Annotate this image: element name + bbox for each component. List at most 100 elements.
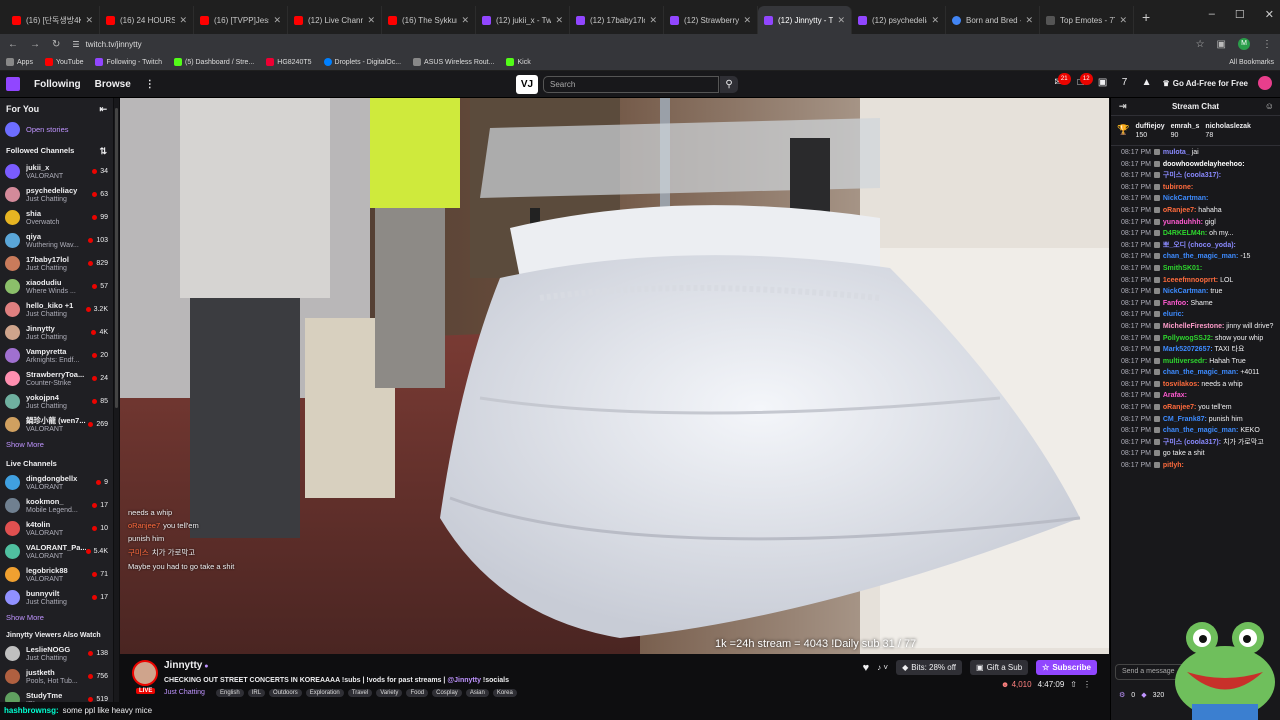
channel-points-icon[interactable]: ⚙ xyxy=(1119,691,1125,699)
leaderboard-entry[interactable]: emrah_s 90 xyxy=(1171,122,1200,140)
tab-close-icon[interactable]: ✕ xyxy=(743,15,751,26)
notifications-icon[interactable]: ✉21 xyxy=(1053,73,1071,89)
close-window-icon[interactable]: ✕ xyxy=(1265,8,1274,21)
chat-username[interactable]: 구미스 (coola317): xyxy=(1163,439,1221,446)
sidebar-channel[interactable]: legobrick88 VALORANT 71 xyxy=(0,563,113,586)
tab-close-icon[interactable]: ✕ xyxy=(367,15,375,26)
inbox-icon[interactable]: □12 xyxy=(1075,73,1093,89)
bookmark-item[interactable]: ASUS Wireless Rout... xyxy=(413,58,494,66)
browser-tab[interactable]: (16) 24 HOURS Eating✕ xyxy=(100,6,194,34)
followed-show-more[interactable]: Show More xyxy=(0,436,113,453)
chat-username[interactable]: NickCartman: xyxy=(1163,288,1209,295)
open-stories-item[interactable]: Open stories xyxy=(0,118,113,140)
extensions-icon[interactable]: ▣ xyxy=(1217,39,1226,50)
tab-close-icon[interactable]: ✕ xyxy=(273,15,281,26)
stream-tag[interactable]: English xyxy=(216,689,244,697)
stream-title-link[interactable]: @Jinnytty xyxy=(447,677,481,684)
profile-icon[interactable]: M xyxy=(1238,38,1250,50)
minimize-icon[interactable]: – xyxy=(1209,8,1215,21)
browser-tab[interactable]: (12) 17baby17lol - Twi✕ xyxy=(570,6,664,34)
bookmark-item[interactable]: Following - Twitch xyxy=(95,58,162,66)
nav-browse[interactable]: Browse xyxy=(95,79,131,90)
stream-tag[interactable]: Travel xyxy=(347,689,373,697)
subscribe-button[interactable]: ☆ Subscribe xyxy=(1036,660,1097,675)
bits-balance-icon[interactable]: ◆ xyxy=(1141,691,1146,699)
ad-free-button[interactable]: ♛ Go Ad-Free for Free xyxy=(1163,79,1248,88)
bookmark-item[interactable]: Apps xyxy=(6,58,33,66)
tab-close-icon[interactable]: ✕ xyxy=(461,15,469,26)
chat-username[interactable]: MichelleFirestone: xyxy=(1163,323,1224,330)
sidebar-channel[interactable]: VALORANT_Pa... VALORANT 5.4K xyxy=(0,540,113,563)
all-bookmarks[interactable]: All Bookmarks xyxy=(1229,59,1274,66)
chat-username[interactable]: 구미스 (coola317): xyxy=(1163,172,1221,179)
channel-name[interactable]: Jinnytty xyxy=(164,660,209,671)
chat-username[interactable]: chan_the_magic_man: xyxy=(1163,253,1238,260)
browser-tab[interactable]: (16) [TVPP]Jessica(SN ✕ xyxy=(194,6,288,34)
leaderboard-entry[interactable]: nicholaslezak 78 xyxy=(1205,122,1251,140)
live-show-more[interactable]: Show More xyxy=(0,609,113,626)
chat-username[interactable]: Arafax: xyxy=(1163,392,1187,399)
vj-extension-button[interactable]: VJ xyxy=(516,75,538,94)
chat-username[interactable]: oRanjee7: xyxy=(1163,404,1196,411)
sidebar-channel[interactable]: xiaodudiu Where Winds ... 57 xyxy=(0,275,113,298)
url-text[interactable]: twitch.tv/jinnytty xyxy=(86,40,142,49)
search-icon[interactable]: ⚲ xyxy=(720,76,738,93)
tab-close-icon[interactable]: ✕ xyxy=(1119,15,1127,26)
sidebar-channel[interactable]: kookmon_ Mobile Legend... 17 xyxy=(0,494,113,517)
sidebar-channel[interactable]: hello_kiko +1 Just Chatting 3.2K xyxy=(0,298,113,321)
chat-username[interactable]: multiversedr: xyxy=(1163,358,1207,365)
chat-username[interactable]: 뽀_오디 (choco_yoda): xyxy=(1163,242,1236,249)
sidebar-channel[interactable]: 17baby17lol Just Chatting 829 xyxy=(0,252,113,275)
more-options-icon[interactable]: ⋮ xyxy=(1083,680,1091,689)
collapse-sidebar-icon[interactable]: ⇤ xyxy=(99,104,107,115)
chat-username[interactable]: Fanfoo: xyxy=(1163,300,1189,307)
stream-tag[interactable]: Cosplay xyxy=(432,689,462,697)
sidebar-channel[interactable]: jukii_x VALORANT 34 xyxy=(0,160,113,183)
bits-button[interactable]: ◆ Bits: 28% off xyxy=(896,660,962,675)
site-info-icon[interactable]: ☰ xyxy=(72,40,79,49)
sidebar-scrollbar[interactable] xyxy=(114,98,119,720)
chat-username[interactable]: chan_the_magic_man: xyxy=(1163,427,1238,434)
sidebar-channel[interactable]: qiya Wuthering Wav... 103 xyxy=(0,229,113,252)
stream-category[interactable]: Just Chatting xyxy=(164,689,205,696)
browser-tab[interactable]: Born and Bred - Goog ✕ xyxy=(946,6,1040,34)
chat-username[interactable]: oRanjee7: xyxy=(1163,207,1196,214)
collapse-chat-icon[interactable]: ⇥ xyxy=(1119,101,1127,112)
bookmark-item[interactable]: (5) Dashboard / Stre... xyxy=(174,58,254,66)
chat-username[interactable]: chan_the_magic_man: xyxy=(1163,369,1238,376)
chat-username[interactable]: SmithSK01: xyxy=(1163,265,1202,272)
sidebar-channel[interactable]: k4tolin VALORANT 10 xyxy=(0,517,113,540)
nav-more-icon[interactable]: ⋮ xyxy=(145,79,155,90)
back-icon[interactable]: ← xyxy=(8,39,18,50)
stream-tag[interactable]: IRL xyxy=(247,689,266,697)
tab-close-icon[interactable]: ✕ xyxy=(931,15,939,26)
tab-close-icon[interactable]: ✕ xyxy=(649,15,657,26)
new-tab-icon[interactable]: + xyxy=(1142,9,1150,25)
stream-tag[interactable]: Asian xyxy=(465,689,489,697)
notification-bell-icon[interactable]: ♪ ˅ xyxy=(877,663,888,672)
chat-username[interactable]: doowhoowdelayheehoo: xyxy=(1163,161,1245,168)
bookmark-item[interactable]: Droplets - DigitalOc... xyxy=(323,58,401,66)
stream-tag[interactable]: Variety xyxy=(376,689,403,697)
sidebar-channel[interactable]: Vampyretta Arknights: Endf... 20 xyxy=(0,344,113,367)
bookmark-item[interactable]: YouTube xyxy=(44,58,83,66)
tab-close-icon[interactable]: ✕ xyxy=(85,15,93,26)
forward-icon[interactable]: → xyxy=(30,39,40,50)
reload-icon[interactable]: ↻ xyxy=(52,39,60,50)
maximize-icon[interactable]: ☐ xyxy=(1235,8,1245,21)
nav-following[interactable]: Following xyxy=(34,79,81,90)
sidebar-channel[interactable]: Jinnytty Just Chatting 4K xyxy=(0,321,113,344)
url-field[interactable]: ☰ twitch.tv/jinnytty xyxy=(72,40,1183,49)
sidebar-channel[interactable]: psychedeliacy Just Chatting 63 xyxy=(0,183,113,206)
browser-tab[interactable]: (12) jukii_x - Twitch✕ xyxy=(476,6,570,34)
chat-username[interactable]: pitlyh: xyxy=(1163,462,1184,469)
stream-tag[interactable]: Outdoors xyxy=(269,689,302,697)
browser-tab[interactable]: (12) StrawberryToastie✕ xyxy=(664,6,758,34)
chat-username[interactable]: tubirone: xyxy=(1163,184,1193,191)
sidebar-channel[interactable]: shia Overwatch 99 xyxy=(0,206,113,229)
chat-username[interactable]: PollywogSSJ2: xyxy=(1163,335,1213,342)
leaderboard-entry[interactable]: duffiejoy 150 xyxy=(1135,122,1164,140)
sidebar-channel[interactable]: StrawberryToa... Counter-Strike 24 xyxy=(0,367,113,390)
bookmark-item[interactable]: Kick xyxy=(506,58,531,66)
browser-tab[interactable]: (16) [단독생방4K] 뉴진 ✕ xyxy=(6,6,100,34)
